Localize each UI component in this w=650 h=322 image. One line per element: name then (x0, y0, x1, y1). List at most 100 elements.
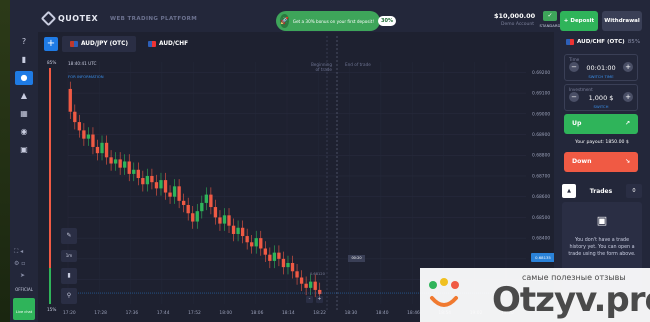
live-chat-button[interactable]: Live chat (13, 298, 35, 320)
candle (222, 215, 227, 224)
candle (218, 217, 222, 224)
investment-plus-button[interactable]: + (623, 92, 633, 102)
app: QUOTEX WEB TRADING PLATFORM 🚀 Get a 30% … (0, 0, 650, 322)
payout-text: Your payout: 1850.00 $ (575, 140, 629, 145)
zoom-controls: - + (306, 296, 323, 303)
candle (281, 258, 286, 268)
arrow-up-icon: ↗ (624, 120, 630, 127)
logo-icon (40, 10, 57, 27)
asset-tabs: + AUD/JPY (OTC) AUD/CHF (44, 36, 196, 52)
candle (86, 134, 91, 139)
candle (313, 281, 317, 290)
balance[interactable]: $10,000.00 Demo Account (494, 12, 536, 27)
tab-audjpy[interactable]: AUD/JPY (OTC) (62, 36, 137, 52)
gift-icon[interactable]: ▣ (15, 143, 33, 157)
briefcase-icon: ▣ (596, 214, 608, 227)
collapse-icon[interactable]: ▲ (562, 184, 576, 198)
tab-label: AUD/CHF (159, 41, 189, 47)
server-time: 18:40:41 UTC (68, 61, 97, 66)
asset-selector[interactable]: AUD/CHF (OTC) 85% (566, 39, 640, 45)
candle (82, 130, 86, 139)
candle (186, 204, 190, 214)
user-icon[interactable]: ● (15, 71, 33, 85)
logo[interactable]: QUOTEX (40, 10, 99, 27)
indicators-icon[interactable]: ⚲ (61, 288, 77, 304)
y-tick-label: 0.68700 (532, 173, 550, 179)
x-tick-label: 17:52 (188, 310, 201, 316)
x-tick-label: 17:20 (63, 310, 76, 316)
withdraw-button[interactable]: Withdrawal (602, 11, 642, 31)
info-link[interactable]: FOR INFORMATION (68, 74, 104, 79)
candle (295, 271, 299, 278)
beginning-label: Beginning of trade (310, 62, 332, 72)
settings-icon[interactable]: ⚙ ▫ (14, 260, 25, 267)
zoom-in-button[interactable]: + (316, 296, 323, 303)
deposit-button[interactable]: + Deposit (560, 11, 598, 31)
candle (136, 169, 140, 179)
bar-chart-icon[interactable]: ▮ (15, 53, 33, 67)
time-plus-button[interactable]: + (623, 62, 633, 72)
candle (100, 142, 104, 154)
timeframe-button[interactable]: 1m (61, 250, 77, 262)
candle (132, 169, 136, 174)
candle (227, 215, 231, 226)
flag-icon (566, 39, 574, 45)
fullscreen-icon[interactable]: ⛶ ◂ (14, 248, 23, 256)
candle (195, 211, 199, 222)
chart-type-icon[interactable]: ▮ (61, 268, 77, 284)
logo-text: QUOTEX (58, 14, 99, 23)
graduation-icon[interactable]: ▲ (15, 89, 33, 103)
account-tier[interactable]: ✓ STANDARD (538, 11, 562, 31)
trades-header: ▲ Trades 0 (562, 183, 642, 199)
countdown-tag: 00:20 (348, 255, 365, 262)
balance-amount: $10,000.00 (494, 12, 536, 20)
time-field[interactable]: Time − 00:01:00 + SWITCH TIME (564, 54, 638, 81)
up-button[interactable]: Up ↗ (564, 114, 638, 134)
candle (290, 262, 295, 272)
tier-label: STANDARD (539, 23, 561, 28)
add-tab-button[interactable]: + (44, 37, 58, 51)
question-icon[interactable]: ? (15, 35, 33, 49)
flag-icon (148, 41, 157, 47)
switch-link[interactable]: SWITCH (565, 104, 637, 109)
sentiment-top: 85% (47, 60, 57, 65)
x-tick-label: 18:14 (282, 310, 295, 316)
x-tick-label: 18:00 (219, 310, 232, 316)
empty-text: You don't have a trade history yet. You … (568, 238, 636, 257)
investment-field[interactable]: Investment − 1,000 $ + SWITCH (564, 84, 638, 111)
plus-icon: + (563, 18, 569, 24)
candle (272, 252, 277, 261)
candle (245, 236, 249, 243)
down-button[interactable]: Down ↘ (564, 152, 638, 172)
live-chat-label: Live chat (15, 310, 33, 314)
telegram-icon[interactable]: ➤ (20, 272, 25, 279)
candle (109, 157, 113, 164)
candle (168, 192, 172, 197)
desktop-edge (0, 0, 10, 322)
candle (73, 111, 77, 123)
x-tick-label: 18:40 (376, 310, 389, 316)
candle (277, 252, 281, 259)
bonus-banner[interactable]: 🚀 Get a 30% bonus on your first deposit!… (276, 11, 396, 31)
sentiment-bottom: 15% (47, 307, 57, 312)
platform-label: WEB TRADING PLATFORM (110, 16, 198, 22)
pencil-icon[interactable]: ✎ (61, 228, 77, 244)
candle (209, 194, 213, 208)
tab-audchf[interactable]: AUD/CHF (140, 36, 196, 52)
building-icon[interactable]: ▦ (15, 107, 33, 121)
candle (318, 289, 322, 295)
signal-icon[interactable]: ◉ (15, 125, 33, 139)
flag-icon (70, 41, 78, 47)
candle (127, 161, 131, 174)
candle (263, 248, 267, 255)
candle (299, 277, 304, 284)
candle (159, 180, 163, 189)
tier-icon: ✓ (543, 11, 557, 21)
switch-time-link[interactable]: SWITCH TIME (565, 74, 637, 79)
candle (304, 283, 308, 288)
tab-label: AUD/JPY (OTC) (81, 41, 129, 47)
x-tick-label: 17:36 (126, 310, 139, 316)
zoom-out-button[interactable]: - (306, 296, 313, 303)
candle (240, 227, 245, 237)
down-label: Down (572, 158, 592, 165)
